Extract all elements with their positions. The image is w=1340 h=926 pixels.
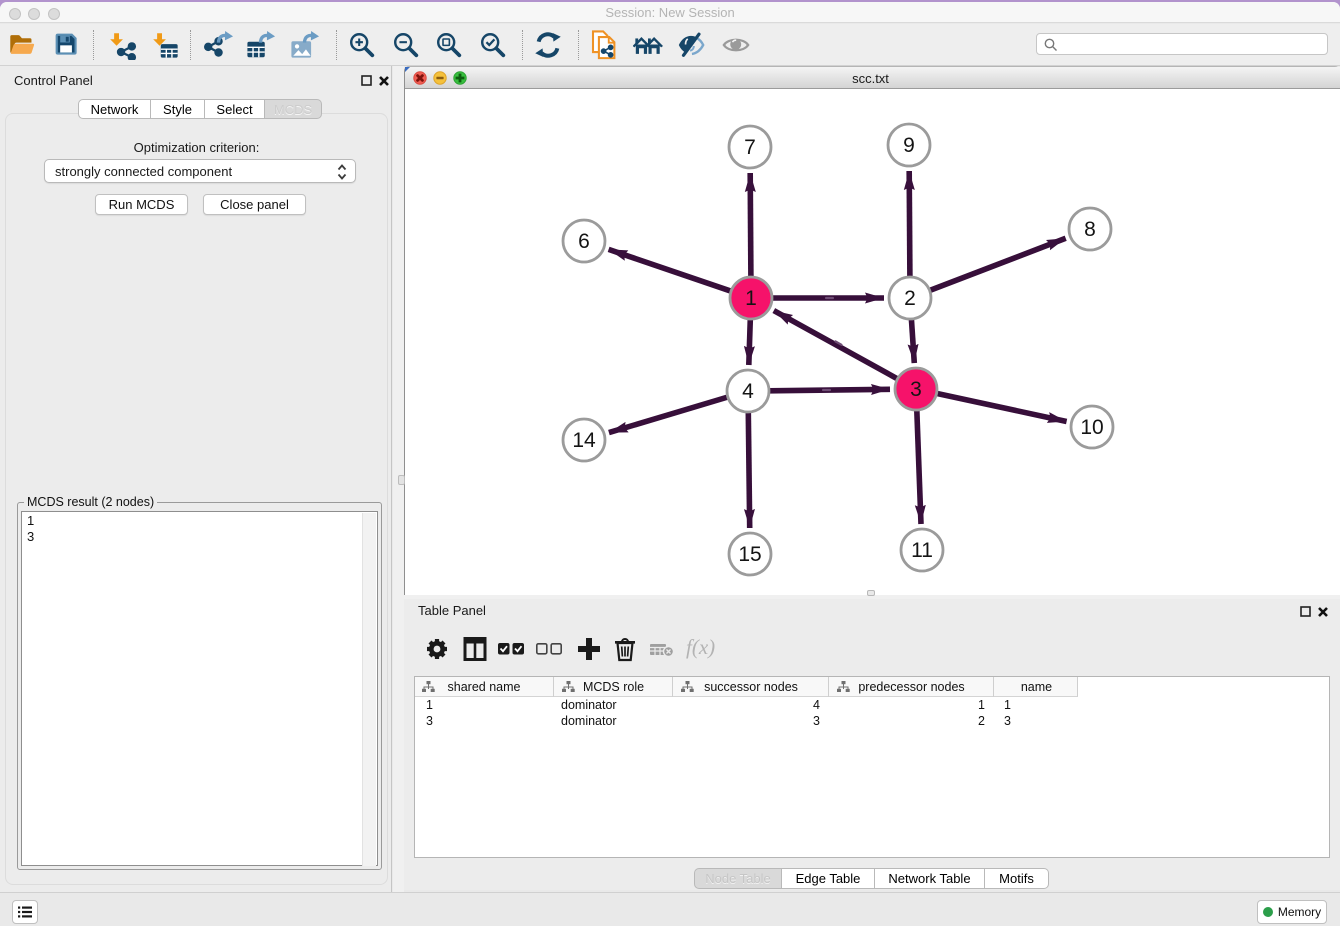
svg-text:1: 1 bbox=[745, 287, 757, 310]
svg-text:2: 2 bbox=[904, 287, 916, 310]
svg-text:6: 6 bbox=[578, 230, 590, 253]
svg-text:11: 11 bbox=[911, 539, 933, 562]
svg-text:10: 10 bbox=[1080, 416, 1103, 439]
svg-text:15: 15 bbox=[738, 543, 761, 566]
svg-text:4: 4 bbox=[742, 380, 754, 403]
svg-text:3: 3 bbox=[910, 378, 922, 401]
svg-text:9: 9 bbox=[903, 134, 915, 157]
svg-text:7: 7 bbox=[744, 136, 756, 159]
svg-text:14: 14 bbox=[572, 429, 596, 452]
svg-text:8: 8 bbox=[1084, 218, 1096, 241]
